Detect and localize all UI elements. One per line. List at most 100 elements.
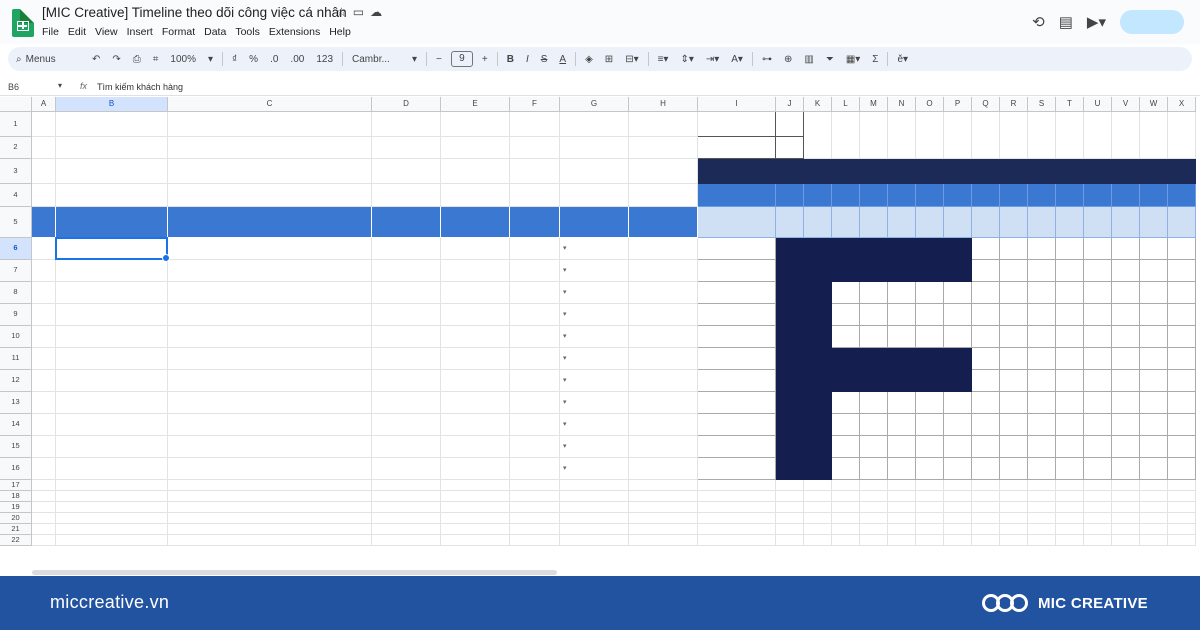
gantt-bar-cell[interactable] — [804, 458, 832, 480]
cell[interactable] — [804, 491, 832, 502]
cell[interactable] — [888, 502, 916, 513]
cell[interactable] — [32, 535, 56, 546]
row-header-5[interactable]: 5 — [0, 207, 32, 238]
gantt-cell[interactable] — [1084, 392, 1112, 414]
gantt-bar-cell[interactable] — [888, 260, 916, 282]
column-header-n[interactable]: N — [888, 97, 916, 112]
cell[interactable] — [916, 535, 944, 546]
cell[interactable] — [510, 502, 560, 513]
gantt-cell[interactable] — [972, 238, 1000, 260]
number-format-button[interactable]: 123 — [310, 54, 339, 65]
cell[interactable] — [56, 159, 168, 184]
cell[interactable] — [832, 502, 860, 513]
gantt-bar-cell[interactable] — [776, 458, 804, 480]
cell[interactable] — [32, 502, 56, 513]
gantt-cell[interactable] — [1028, 414, 1056, 436]
cell[interactable] — [972, 480, 1000, 491]
task-end-date[interactable] — [441, 304, 510, 326]
cell[interactable] — [629, 502, 698, 513]
fill-color-icon[interactable]: ◈ — [579, 54, 599, 65]
column-header-f[interactable]: F — [510, 97, 560, 112]
cell[interactable] — [888, 480, 916, 491]
cell[interactable] — [1000, 513, 1028, 524]
cell[interactable] — [629, 137, 698, 159]
gantt-bar-cell[interactable] — [804, 392, 832, 414]
gantt-cell[interactable] — [860, 326, 888, 348]
gantt-cell[interactable] — [944, 392, 972, 414]
row-header-7[interactable]: 7 — [0, 260, 32, 282]
cell[interactable] — [888, 491, 916, 502]
column-header-e[interactable]: E — [441, 97, 510, 112]
gantt-cell[interactable] — [1084, 282, 1112, 304]
task-duration[interactable] — [510, 370, 560, 392]
gantt-cell[interactable] — [888, 436, 916, 458]
task-status-dropdown[interactable] — [560, 326, 629, 348]
menu-file[interactable]: File — [42, 26, 59, 38]
task-result[interactable] — [629, 304, 698, 326]
cell[interactable] — [560, 480, 629, 491]
cell[interactable] — [32, 513, 56, 524]
task-detail[interactable] — [168, 238, 372, 260]
task-status-dropdown[interactable] — [560, 458, 629, 480]
gantt-cell[interactable] — [1140, 414, 1168, 436]
cell[interactable] — [1056, 513, 1084, 524]
row-header-3[interactable]: 3 — [0, 159, 32, 184]
cell[interactable] — [441, 491, 510, 502]
gantt-cell[interactable] — [1112, 260, 1140, 282]
cell[interactable] — [56, 524, 168, 535]
cell[interactable] — [510, 524, 560, 535]
print-icon[interactable]: ⎙ — [127, 54, 147, 65]
menu-extensions[interactable]: Extensions — [269, 26, 320, 38]
task-end-date[interactable] — [441, 370, 510, 392]
cell[interactable] — [1112, 491, 1140, 502]
cell[interactable] — [1056, 112, 1084, 159]
cell[interactable] — [860, 524, 888, 535]
gantt-bar-cell[interactable] — [776, 238, 804, 260]
cell[interactable] — [944, 535, 972, 546]
cell[interactable] — [804, 513, 832, 524]
cell[interactable] — [972, 524, 1000, 535]
cell[interactable] — [1056, 502, 1084, 513]
column-header-i[interactable]: I — [698, 97, 776, 112]
cell[interactable] — [372, 513, 441, 524]
gantt-cell[interactable] — [916, 304, 944, 326]
cell[interactable] — [832, 524, 860, 535]
gantt-cell[interactable] — [1000, 414, 1028, 436]
task-start-date[interactable] — [372, 436, 441, 458]
gantt-bar-cell[interactable] — [860, 370, 888, 392]
cell[interactable] — [1028, 524, 1056, 535]
cell[interactable] — [776, 513, 804, 524]
cell[interactable] — [560, 112, 629, 137]
row-header-21[interactable]: 21 — [0, 524, 32, 535]
task-end-date[interactable] — [441, 414, 510, 436]
gantt-cell[interactable] — [1168, 370, 1196, 392]
cell[interactable] — [916, 513, 944, 524]
cell[interactable] — [832, 535, 860, 546]
gantt-bar-cell[interactable] — [832, 370, 860, 392]
gantt-cell[interactable] — [698, 348, 776, 370]
task-status-dropdown[interactable] — [560, 260, 629, 282]
gantt-cell[interactable] — [832, 414, 860, 436]
cell[interactable] — [441, 524, 510, 535]
cell[interactable] — [32, 137, 56, 159]
gantt-cell[interactable] — [1140, 326, 1168, 348]
cell[interactable] — [916, 491, 944, 502]
cloud-status-icon[interactable]: ☁ — [370, 5, 388, 19]
cell[interactable] — [168, 112, 372, 137]
gantt-bar-cell[interactable] — [776, 436, 804, 458]
task-end-date[interactable] — [441, 392, 510, 414]
font-size-increase-button[interactable]: + — [476, 54, 494, 65]
cell[interactable] — [372, 535, 441, 546]
cell[interactable] — [168, 184, 372, 207]
row-header-6[interactable]: 6 — [0, 238, 32, 260]
cell[interactable] — [441, 159, 510, 184]
gantt-bar-cell[interactable] — [832, 260, 860, 282]
row-header-15[interactable]: 15 — [0, 436, 32, 458]
cell[interactable] — [1056, 491, 1084, 502]
gantt-cell[interactable] — [832, 282, 860, 304]
task-start-date[interactable] — [372, 238, 441, 260]
task-end-date[interactable] — [441, 282, 510, 304]
cell[interactable] — [372, 502, 441, 513]
gantt-cell[interactable] — [1140, 370, 1168, 392]
menu-format[interactable]: Format — [162, 26, 195, 38]
